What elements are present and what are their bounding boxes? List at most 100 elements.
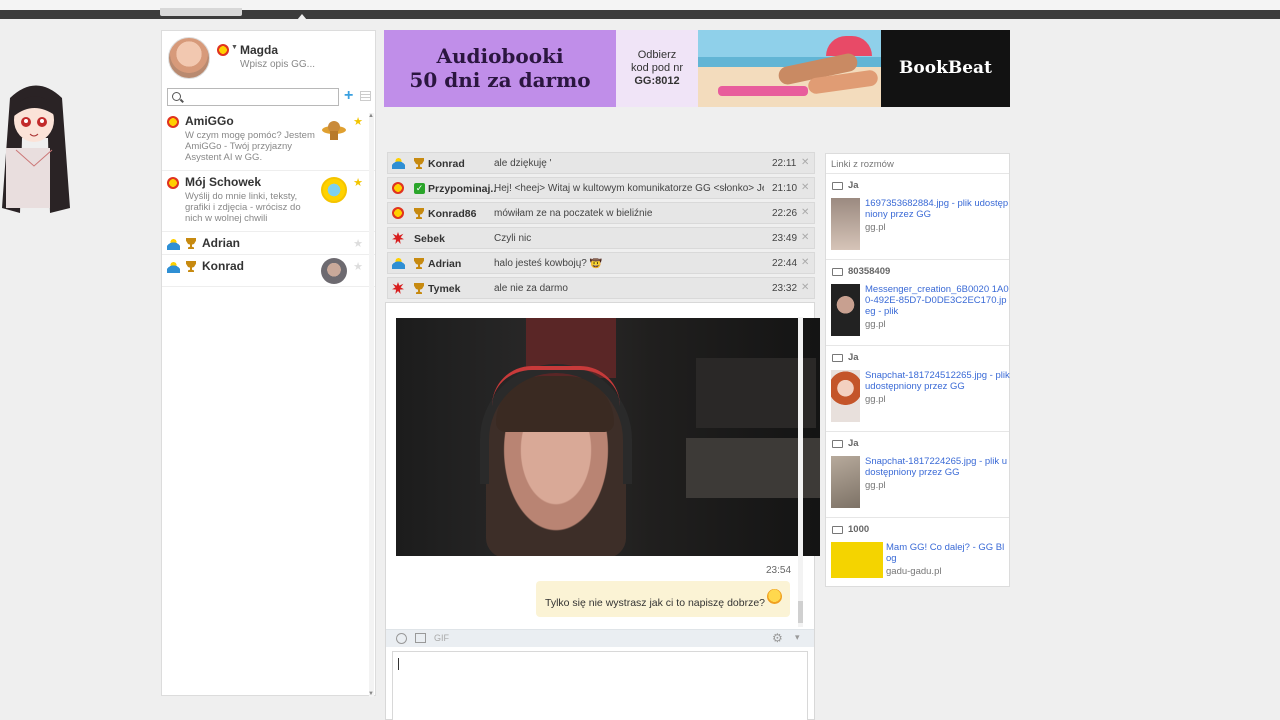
link-title[interactable]: 1697353682884.jpg - plik udostępniony pr… bbox=[865, 198, 1010, 220]
link-title[interactable]: Snapchat-1817224265.jpg - plik udostępni… bbox=[865, 456, 1010, 478]
add-contact-icon[interactable]: + bbox=[344, 88, 353, 104]
chevron-down-icon[interactable]: ▼ bbox=[231, 44, 238, 51]
chat-bubble-icon bbox=[832, 182, 843, 190]
favorite-star-icon[interactable]: ★ bbox=[353, 115, 363, 128]
link-item[interactable]: 1000 Mam GG! Co dalej? - GG Blog gadu-ga… bbox=[826, 518, 1009, 604]
link-item[interactable]: 80358409 Messenger_creation_6B0020 1A00-… bbox=[826, 260, 1009, 346]
close-icon[interactable]: ✕ bbox=[801, 257, 809, 268]
chat-time: 22:11 bbox=[772, 158, 797, 169]
scroll-down-icon[interactable]: ▼ bbox=[368, 691, 374, 697]
chat-contact-name: Tymek bbox=[428, 283, 461, 295]
banner-promo-code: GG:8012 bbox=[634, 75, 680, 87]
list-view-icon[interactable] bbox=[360, 91, 371, 101]
chat-last-message: ale dziękuję ' bbox=[494, 158, 552, 169]
favorite-star-icon[interactable]: ★ bbox=[353, 237, 363, 250]
link-item[interactable]: Ja Snapchat-181724512265.jpg - plik udos… bbox=[826, 346, 1010, 432]
close-icon[interactable]: ✕ bbox=[801, 157, 809, 168]
chat-last-message: Hej! <heej> Witaj w kultowym komunikator… bbox=[494, 183, 764, 194]
link-title[interactable]: Snapchat-181724512265.jpg - plik udostęp… bbox=[865, 370, 1010, 392]
compose-toolbar: GIF ⚙ ▾ bbox=[386, 629, 814, 647]
chevron-down-icon[interactable]: ▾ bbox=[795, 632, 800, 643]
link-item[interactable]: Ja Snapchat-1817224265.jpg - plik udostę… bbox=[826, 432, 1009, 518]
close-icon[interactable]: ✕ bbox=[801, 232, 809, 243]
close-icon[interactable]: ✕ bbox=[801, 207, 809, 218]
checkbox-icon: ✓ bbox=[414, 183, 425, 194]
favorite-star-icon[interactable]: ★ bbox=[353, 260, 363, 273]
chat-row-konrad[interactable]: Konrad ale dziękuję ' 22:11 ✕ bbox=[387, 152, 815, 174]
close-icon[interactable]: ✕ bbox=[801, 282, 809, 293]
conversation-window: 23:54 Tylko się nie wystrasz jak ci to n… bbox=[385, 302, 820, 720]
scroll-up-icon[interactable]: ▲ bbox=[368, 113, 374, 119]
contact-description: W czym mogę pomóc? Jestem AmiGGo - Twój … bbox=[185, 130, 315, 163]
contact-item-adrian[interactable]: Adrian ★ bbox=[162, 232, 375, 255]
chat-row-tymek[interactable]: Tymek ale nie za darmo 23:32 ✕ bbox=[387, 277, 815, 299]
link-thumbnail[interactable] bbox=[831, 370, 860, 422]
banner-subline: 50 dni za darmo bbox=[409, 68, 591, 92]
close-icon[interactable]: ✕ bbox=[801, 182, 809, 193]
status-away-icon bbox=[167, 238, 180, 250]
favorite-star-icon[interactable]: ★ bbox=[353, 176, 363, 189]
status-available-icon[interactable] bbox=[217, 44, 229, 56]
banner-promo-line-1: Odbierz bbox=[637, 49, 677, 61]
gear-icon[interactable]: ⚙ bbox=[772, 631, 783, 645]
link-thumbnail[interactable] bbox=[831, 542, 883, 578]
image-upload-icon[interactable] bbox=[415, 633, 426, 643]
message-text: Tylko się nie wystrasz jak ci to napiszę… bbox=[545, 597, 766, 609]
ad-banner[interactable]: Audiobooki 50 dni za darmo Odbierz kod p… bbox=[384, 30, 1010, 107]
message-input[interactable] bbox=[392, 651, 808, 720]
banner-headline: Audiobooki bbox=[436, 44, 564, 68]
trophy-icon bbox=[414, 208, 424, 219]
chat-time: 23:32 bbox=[772, 283, 798, 294]
profile-description[interactable]: Wpisz opis GG... bbox=[240, 59, 315, 70]
link-title[interactable]: Mam GG! Co dalej? - GG Blog bbox=[886, 542, 1006, 564]
chat-bubble-icon bbox=[832, 354, 843, 362]
link-thumbnail[interactable] bbox=[831, 198, 860, 250]
emoji-picker-icon[interactable] bbox=[396, 633, 407, 644]
chat-row-adrian[interactable]: Adrian halo jesteś kowbojų? 🤠 22:44 ✕ bbox=[387, 252, 815, 274]
link-domain: gg.pl bbox=[865, 222, 886, 233]
chat-bubble-icon bbox=[832, 526, 843, 534]
trophy-icon bbox=[414, 258, 424, 269]
status-away-icon bbox=[167, 261, 180, 273]
link-thumbnail[interactable] bbox=[831, 456, 860, 508]
link-sender: Ja bbox=[848, 352, 859, 363]
chat-last-message: mówiłam ze na poczatek w bieliźnie bbox=[494, 208, 653, 219]
top-tab[interactable] bbox=[160, 8, 242, 16]
links-panel-title: Linki z rozmów bbox=[826, 154, 1009, 174]
profile-name[interactable]: Magda bbox=[240, 43, 278, 57]
contact-item-konrad[interactable]: Konrad ★ bbox=[162, 255, 375, 287]
chat-contact-name: Sebek bbox=[414, 233, 445, 245]
link-sender: 1000 bbox=[848, 524, 870, 535]
chat-row-przypominajka[interactable]: ✓ Przypominaj... Hej! <heej> Witaj w kul… bbox=[387, 177, 815, 199]
link-thumbnail[interactable] bbox=[831, 284, 860, 336]
chat-time: 23:49 bbox=[772, 233, 798, 244]
link-item[interactable]: Ja 1697353682884.jpg - plik udostępniony… bbox=[826, 174, 1009, 260]
chat-list: Konrad ale dziękuję ' 22:11 ✕ ✓ Przypomi… bbox=[387, 152, 815, 302]
avatar[interactable] bbox=[168, 37, 210, 79]
gif-button[interactable]: GIF bbox=[434, 633, 449, 643]
contact-name: Mój Schowek bbox=[185, 175, 262, 189]
contact-item-amiggo[interactable]: AmiGGo W czym mogę pomóc? Jestem AmiGGo … bbox=[162, 110, 375, 171]
chat-contact-name: Adrian bbox=[428, 258, 462, 270]
link-domain: gadu-gadu.pl bbox=[886, 566, 942, 577]
chat-time: 22:26 bbox=[772, 208, 798, 219]
contact-name: Adrian bbox=[202, 236, 241, 250]
profile-header: ▼ Magda Wpisz opis GG... bbox=[162, 31, 375, 86]
banner-brand-logo: BookBeat bbox=[881, 30, 1010, 107]
status-away-icon bbox=[392, 157, 405, 169]
status-available-icon bbox=[167, 116, 179, 128]
sidebar-scrollbar[interactable]: ▲ ▼ bbox=[368, 113, 374, 697]
search-input[interactable] bbox=[167, 88, 339, 106]
chat-last-message: Czyli nic bbox=[494, 233, 532, 244]
link-domain: gg.pl bbox=[865, 394, 886, 405]
message-bubble: Tylko się nie wystrasz jak ci to napiszę… bbox=[536, 581, 790, 617]
link-title[interactable]: Messenger_creation_6B0020 1A00-492E-85D7… bbox=[865, 284, 1010, 317]
conversation-scrollbar[interactable] bbox=[798, 317, 803, 627]
chat-row-sebek[interactable]: Sebek Czyli nic 23:49 ✕ bbox=[387, 227, 815, 249]
contact-name: Konrad bbox=[202, 259, 244, 273]
contact-item-schowek[interactable]: Mój Schowek Wyślij do mnie linki, teksty… bbox=[162, 171, 375, 232]
status-available-icon bbox=[167, 177, 179, 189]
trophy-icon bbox=[186, 261, 196, 272]
chat-row-konrad86[interactable]: Konrad86 mówiłam ze na poczatek w bieliź… bbox=[387, 202, 815, 224]
search-row: + bbox=[162, 86, 375, 110]
